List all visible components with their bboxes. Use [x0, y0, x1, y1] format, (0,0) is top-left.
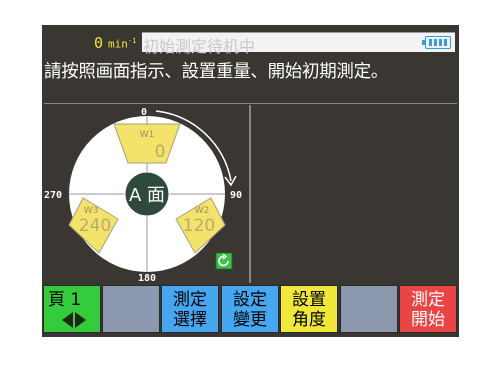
status-text: 初始測定待机中: [143, 37, 256, 56]
change-settings-key[interactable]: 設定 變更: [221, 285, 279, 333]
measure-select-line2: 選擇: [173, 310, 207, 330]
page-arrows-icon: [62, 312, 86, 328]
change-settings-line2: 變更: [233, 310, 267, 330]
angle-label-0: 0: [141, 107, 147, 118]
battery-tip: [422, 40, 425, 45]
install-angle-key[interactable]: 設置 角度: [280, 285, 338, 333]
start-measurement-line1: 測定: [411, 290, 445, 310]
page-key-label: 頁 1: [48, 290, 82, 310]
install-angle-line1: 設置: [292, 290, 326, 310]
battery-cell: [439, 39, 442, 46]
function-key-6[interactable]: [340, 285, 398, 333]
battery-icon: [422, 36, 451, 49]
start-measurement-line2: 開始: [411, 310, 445, 330]
weight-name-w3: W3: [84, 206, 99, 216]
angle-label-90: 90: [230, 190, 242, 201]
status-bar: 0 min-1 初始測定待机中: [42, 25, 459, 56]
weight-value-w3: 240: [79, 216, 111, 236]
measure-select-line1: 測定: [173, 290, 207, 310]
weight-name-w2: W2: [195, 206, 210, 216]
weight-value-w2: 120: [183, 216, 215, 236]
install-angle-line2: 角度: [292, 310, 326, 330]
rotor-diagram: A 面 W1 0 W2 120 W3 240 0 90 180 270: [44, 107, 242, 283]
angle-label-270: 270: [44, 190, 62, 201]
change-settings-line1: 設定: [233, 290, 267, 310]
angle-label-180: 180: [138, 273, 156, 283]
arrow-left-icon: [62, 312, 73, 328]
weight-value-w1: 0: [155, 142, 166, 162]
battery-cell: [434, 39, 437, 46]
device-screen: 0 min-1 初始測定待机中 請按照画面指示、設置重量、開始初期測定。 A 面…: [42, 25, 459, 337]
rpm-unit: min-1: [108, 37, 136, 51]
start-measurement-key[interactable]: 測定 開始: [399, 285, 457, 333]
rpm-unit-exponent: -1: [127, 37, 137, 45]
measure-select-key[interactable]: 測定 選擇: [161, 285, 219, 333]
battery-cell: [444, 39, 447, 46]
rotor-diagram-pane: A 面 W1 0 W2 120 W3 240 0 90 180 270: [44, 105, 251, 283]
face-label: A 面: [129, 185, 165, 206]
rotate-button[interactable]: [215, 252, 233, 270]
rpm-value: 0: [94, 34, 104, 52]
function-key-bar: 頁 1 測定 選擇 設定 變更 設置 角度 測定 開始: [42, 283, 459, 337]
main-panel: A 面 W1 0 W2 120 W3 240 0 90 180 270: [44, 103, 457, 283]
instruction-text: 請按照画面指示、設置重量、開始初期測定。: [44, 62, 388, 82]
rpm-unit-base: min: [108, 37, 128, 51]
function-key-2[interactable]: [102, 285, 160, 333]
page-key[interactable]: 頁 1: [43, 285, 101, 333]
weight-name-w1: W1: [140, 130, 155, 140]
arrow-right-icon: [75, 312, 86, 328]
battery-cell: [429, 39, 432, 46]
status-field: 初始測定待机中: [142, 32, 455, 56]
